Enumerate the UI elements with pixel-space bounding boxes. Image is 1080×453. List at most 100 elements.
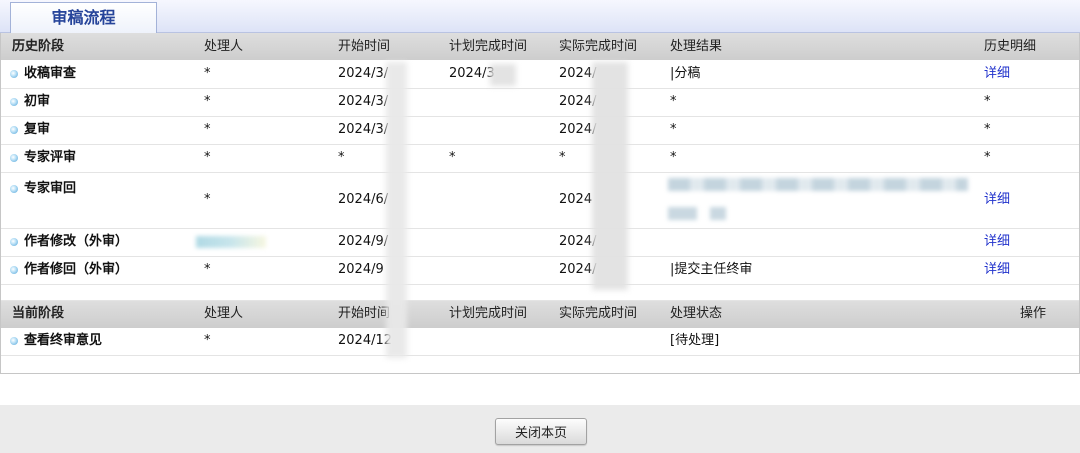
col-header-result: 处理结果 <box>667 33 981 60</box>
stage-name: 专家审回 <box>24 180 77 196</box>
bullet-icon <box>10 337 18 346</box>
actual-time-cell: 2024/ <box>556 256 667 285</box>
result-cell: |提交主任终审 <box>667 256 981 285</box>
tab-bar: 审稿流程 <box>0 0 1080 34</box>
spacer-row <box>1 356 1079 374</box>
col-header-handler: 处理人 <box>201 33 335 60</box>
history-row: 收稿审查 * 2024/3/ 2024/3 2024/ |分稿 详细 <box>1 60 1079 89</box>
bullet-icon <box>10 238 18 246</box>
col-header-action: 操作 <box>981 300 1079 328</box>
close-page-button[interactable]: 关闭本页 <box>495 418 587 445</box>
stage-name: 作者修回（外审） <box>24 262 129 277</box>
planned-time-cell <box>446 327 556 356</box>
stage-name: 专家评审 <box>24 150 77 165</box>
result-cell: * <box>667 144 981 173</box>
planned-time-cell <box>446 172 556 229</box>
bullet-icon <box>10 184 18 193</box>
actual-time-cell: 2024/ <box>556 228 667 257</box>
history-header-row: 历史阶段 处理人 开始时间 计划完成时间 实际完成时间 处理结果 历史明细 <box>1 33 1079 60</box>
col-header-history-stage: 历史阶段 <box>1 33 201 60</box>
actual-time-cell: 2024 <box>556 172 667 229</box>
handler-cell: * <box>201 172 335 229</box>
tab-review-process[interactable]: 审稿流程 <box>10 2 157 34</box>
stage-cell: 初审 <box>1 88 201 117</box>
current-header-row: 当前阶段 处理人 开始时间 计划完成时间 实际完成时间 处理状态 操作 <box>1 300 1079 328</box>
actual-time-cell: * <box>556 144 667 173</box>
stage-cell: 作者修回（外审） <box>1 256 201 285</box>
detail-link[interactable]: 详细 <box>984 192 1010 207</box>
handler-cell: * <box>201 88 335 117</box>
col-header-planned-time: 计划完成时间 <box>446 300 556 328</box>
col-header-status: 处理状态 <box>667 300 981 328</box>
detail-cell: * <box>981 88 1079 117</box>
detail-link[interactable]: 详细 <box>984 234 1010 249</box>
stage-name: 收稿审查 <box>24 65 77 81</box>
status-cell: [待处理] <box>667 327 981 356</box>
start-time-cell: 2024/12 <box>335 327 446 356</box>
footer-bar: 关闭本页 <box>0 374 1080 453</box>
start-time-cell: 2024/3/ <box>335 60 446 89</box>
detail-cell: 详细 <box>981 60 1079 89</box>
col-header-actual-time: 实际完成时间 <box>556 300 667 328</box>
stage-cell: 查看终审意见 <box>1 327 201 356</box>
detail-cell: 详细 <box>981 172 1079 229</box>
spacer-cell <box>1 356 1079 374</box>
start-time-cell: 2024/3/ <box>335 88 446 117</box>
col-header-start-time: 开始时间 <box>335 300 446 328</box>
stage-name: 查看终审意见 <box>24 333 103 349</box>
start-time-cell: * <box>335 144 446 173</box>
stage-cell: 复审 <box>1 116 201 145</box>
planned-time-cell <box>446 256 556 285</box>
handler-cell: * <box>201 116 335 145</box>
history-row: 初审 * 2024/3/ 2024/ * * <box>1 88 1079 117</box>
bullet-icon <box>10 69 18 78</box>
result-cell: * <box>667 88 981 117</box>
col-header-history-detail: 历史明细 <box>981 33 1079 60</box>
history-stage-table: 历史阶段 处理人 开始时间 计划完成时间 实际完成时间 处理结果 历史明细 收稿… <box>1 33 1079 301</box>
review-process-panel: 历史阶段 处理人 开始时间 计划完成时间 实际完成时间 处理结果 历史明细 收稿… <box>0 33 1080 374</box>
current-row: 查看终审意见 * 2024/12 [待处理] <box>1 327 1079 356</box>
start-time-cell: 2024/6/ <box>335 172 446 229</box>
stage-cell: 收稿审查 <box>1 60 201 89</box>
detail-link[interactable]: 详细 <box>984 262 1010 277</box>
planned-time-cell: 2024/3 <box>446 60 556 89</box>
actual-time-cell: 2024/ <box>556 88 667 117</box>
history-row: 复审 * 2024/3/ 2024/ * * <box>1 116 1079 145</box>
stage-name: 作者修改（外审） <box>24 234 129 249</box>
spacer-cell <box>1 284 1079 301</box>
col-header-planned-time: 计划完成时间 <box>446 33 556 60</box>
col-header-current-stage: 当前阶段 <box>1 300 201 328</box>
planned-time-cell <box>446 228 556 257</box>
detail-cell: * <box>981 116 1079 145</box>
detail-cell: 详细 <box>981 228 1079 257</box>
history-row: 专家审回 * 2024/6/ 2024 详细 <box>1 172 1079 229</box>
col-header-start-time: 开始时间 <box>335 33 446 60</box>
result-cell <box>667 172 981 229</box>
planned-time-cell <box>446 116 556 145</box>
planned-time-cell: * <box>446 144 556 173</box>
current-stage-table: 当前阶段 处理人 开始时间 计划完成时间 实际完成时间 处理状态 操作 查看终审… <box>1 300 1079 374</box>
col-header-actual-time: 实际完成时间 <box>556 33 667 60</box>
bullet-icon <box>10 98 18 106</box>
stage-cell: 专家审回 <box>1 172 201 229</box>
start-time-cell: 2024/9 <box>335 256 446 285</box>
handler-cell: * <box>201 256 335 285</box>
stage-cell: 专家评审 <box>1 144 201 173</box>
actual-time-cell <box>556 327 667 356</box>
actual-time-cell: 2024/ <box>556 116 667 145</box>
planned-time-cell <box>446 88 556 117</box>
detail-cell: 详细 <box>981 256 1079 285</box>
stage-cell: 作者修改（外审） <box>1 228 201 257</box>
handler-cell <box>201 228 335 257</box>
detail-cell: * <box>981 144 1079 173</box>
actual-time-cell: 2024/ <box>556 60 667 89</box>
bullet-icon <box>10 154 18 162</box>
detail-link[interactable]: 详细 <box>984 66 1010 81</box>
col-header-handler: 处理人 <box>201 300 335 328</box>
bullet-icon <box>10 126 18 134</box>
history-row: 专家评审 * * * * * * <box>1 144 1079 173</box>
result-cell: * <box>667 116 981 145</box>
result-cell: |分稿 <box>667 60 981 89</box>
handler-cell: * <box>201 327 335 356</box>
history-row: 作者修改（外审） 2024/9/ 2024/ 详细 <box>1 228 1079 257</box>
